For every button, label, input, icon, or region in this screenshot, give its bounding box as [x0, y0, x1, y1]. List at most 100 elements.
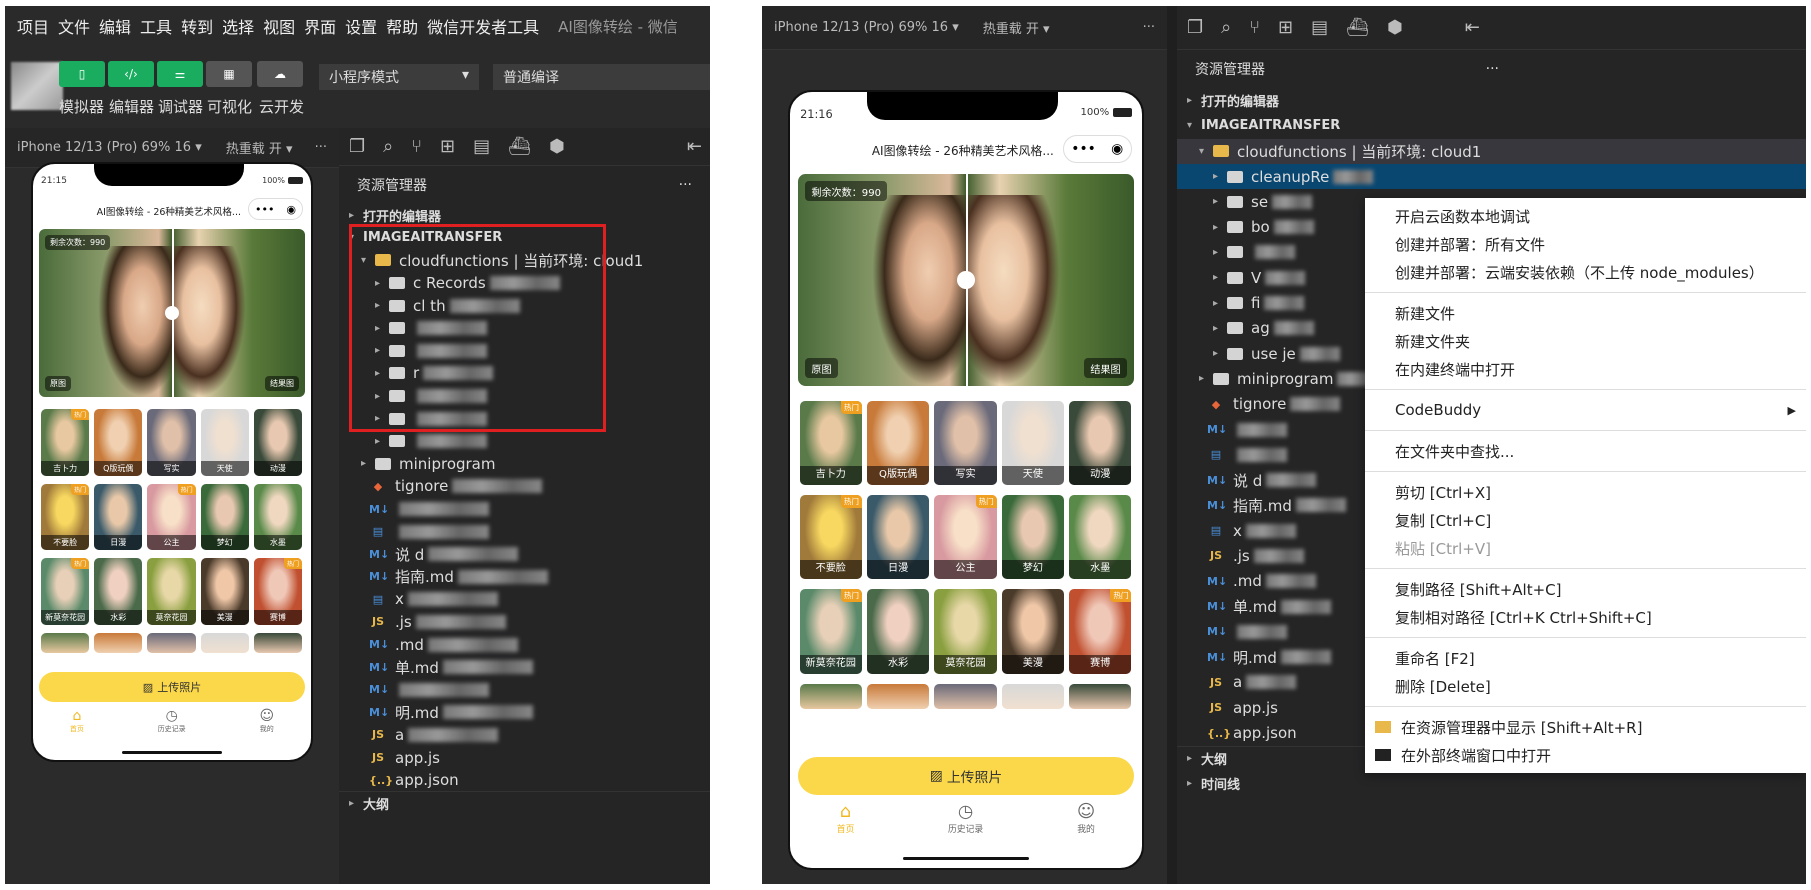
project-file[interactable]: M↓: [339, 498, 710, 521]
style-card-partial[interactable]: [799, 683, 862, 709]
style-card[interactable]: 赛博 热门: [253, 558, 302, 625]
editor-button[interactable]: ‹/›: [108, 61, 154, 87]
context-menu-item[interactable]: 新建文件夹: [1365, 327, 1806, 355]
comparison-image[interactable]: 剩余次数：990 原图 结果图: [39, 229, 305, 397]
style-card[interactable]: 美漫: [200, 558, 249, 625]
style-card[interactable]: 不要脸 热门: [41, 483, 90, 550]
device-select-right[interactable]: iPhone 12/13 (Pro) 69% 16 ▾: [774, 20, 959, 35]
comparison-image[interactable]: 剩余次数：990 原图 结果图: [797, 173, 1135, 386]
tab-history[interactable]: ◷ 历史记录: [158, 708, 186, 734]
style-card[interactable]: 莫奈花园: [934, 589, 997, 674]
compile-select[interactable]: 普通编译: [493, 64, 710, 90]
style-card[interactable]: 公主 热门: [934, 495, 997, 580]
docker-icon[interactable]: ⛴: [1346, 17, 1369, 38]
files-icon[interactable]: ❐: [349, 136, 365, 157]
context-menu-item[interactable]: 粘贴 [Ctrl+V]: [1365, 534, 1806, 562]
project-file[interactable]: ◆ tignore: [339, 475, 710, 498]
collapse-panel-icon[interactable]: ⇤: [1465, 17, 1480, 38]
phone-simulator[interactable]: 21:15 100% AI图像转绘 - 26种精美艺术风格... ••• ◉ 剩余次数：9…: [31, 162, 313, 762]
project-file[interactable]: M↓: [339, 678, 710, 701]
context-menu-item[interactable]: 重命名 [F2]: [1365, 644, 1806, 672]
menu-item[interactable]: 转到: [181, 14, 213, 38]
style-card[interactable]: 新莫奈花园 热门: [41, 558, 90, 625]
simulator-button[interactable]: ▯: [59, 61, 105, 87]
hot-reload-toggle[interactable]: 热重载 开 ▾: [226, 138, 293, 157]
app-js-file[interactable]: JS app.js: [339, 746, 710, 769]
timeline-section[interactable]: ▸ 时间线: [1177, 771, 1806, 796]
style-card-partial[interactable]: [253, 632, 302, 653]
mode-select[interactable]: 小程序模式 ▾: [319, 64, 479, 90]
app-json-file[interactable]: {..} app.json: [339, 769, 710, 792]
context-menu-item[interactable]: 复制路径 [Shift+Alt+C]: [1365, 575, 1806, 603]
tab-profile[interactable]: ☺ 我的: [1077, 802, 1095, 835]
context-menu-item[interactable]: 删除 [Delete]: [1365, 672, 1806, 700]
source-control-icon[interactable]: ⑂: [411, 136, 422, 157]
style-card[interactable]: 水墨: [253, 483, 302, 550]
style-card[interactable]: 新莫奈花园 热门: [799, 589, 862, 674]
style-card[interactable]: 公主 热门: [147, 483, 196, 550]
style-card[interactable]: Q版玩偶: [94, 409, 143, 476]
upload-photo-button[interactable]: ▨ 上传照片: [797, 757, 1135, 795]
drag-handle[interactable]: [957, 270, 975, 289]
menu-dots-icon[interactable]: •••: [255, 203, 274, 216]
project-file[interactable]: JS .js: [339, 611, 710, 634]
project-file[interactable]: M↓ 明.md: [339, 701, 710, 724]
more-button[interactable]: ···: [315, 140, 327, 155]
style-card[interactable]: 动漫: [1069, 400, 1132, 485]
style-card[interactable]: 水墨: [1069, 495, 1132, 580]
context-menu-item[interactable]: 新建文件: [1365, 299, 1806, 327]
project-file[interactable]: M↓ 说 d: [339, 543, 710, 566]
close-circle-icon[interactable]: ◉: [1111, 141, 1123, 157]
source-control-icon[interactable]: ⑂: [1249, 17, 1260, 38]
explorer-more-button[interactable]: ···: [679, 177, 692, 193]
tab-home[interactable]: ⌂ 首页: [837, 802, 855, 835]
docker-icon[interactable]: ⛴: [508, 136, 531, 157]
context-menu-item[interactable]: 复制 [Ctrl+C]: [1365, 506, 1806, 534]
project-file[interactable]: ▤: [339, 520, 710, 543]
context-menu-item[interactable]: 剪切 [Ctrl+X]: [1365, 478, 1806, 506]
capsule-button[interactable]: ••• ◉: [248, 198, 303, 220]
menu-item[interactable]: 视图: [263, 14, 295, 38]
cloudfunction-subfolder[interactable]: ▸ cleanupRe: [1177, 163, 1806, 190]
style-card[interactable]: 水彩: [866, 589, 930, 674]
capsule-button[interactable]: ••• ◉: [1062, 134, 1132, 163]
tab-profile[interactable]: ☺ 我的: [259, 708, 274, 734]
style-card[interactable]: 写实: [147, 409, 196, 476]
style-card-partial[interactable]: [866, 683, 930, 709]
context-menu-item[interactable]: CodeBuddy ▶: [1365, 396, 1806, 424]
project-file[interactable]: ▤ x: [339, 588, 710, 611]
style-card[interactable]: 不要脸 热门: [799, 495, 862, 580]
close-circle-icon[interactable]: ◉: [286, 203, 296, 216]
style-card[interactable]: 水彩: [94, 558, 143, 625]
style-card[interactable]: 日漫: [94, 483, 143, 550]
debugger-button[interactable]: ⚌: [157, 61, 203, 87]
cloudfunction-subfolder[interactable]: ▸: [339, 430, 710, 453]
style-card[interactable]: 天使: [200, 409, 249, 476]
context-menu-item[interactable]: 在文件夹中查找...: [1365, 437, 1806, 465]
files-icon[interactable]: ❐: [1187, 17, 1203, 38]
style-card[interactable]: 动漫: [253, 409, 302, 476]
more-button-right[interactable]: ···: [1143, 20, 1155, 35]
style-card-partial[interactable]: [41, 632, 90, 653]
device-select[interactable]: iPhone 12/13 (Pro) 69% 16 ▾: [17, 140, 202, 155]
style-card[interactable]: 莫奈花园: [147, 558, 196, 625]
style-card[interactable]: Q版玩偶: [866, 400, 930, 485]
style-card-partial[interactable]: [1069, 683, 1132, 709]
project-section[interactable]: ▾ IMAGEAITRANSFER: [1177, 113, 1806, 138]
style-card-partial[interactable]: [200, 632, 249, 653]
visual-button[interactable]: ▦: [206, 61, 252, 87]
context-menu-item[interactable]: 复制相对路径 [Ctrl+K Ctrl+Shift+C]: [1365, 603, 1806, 631]
style-card-partial[interactable]: [147, 632, 196, 653]
hot-reload-toggle-right[interactable]: 热重载 开 ▾: [983, 18, 1050, 37]
style-card[interactable]: 吉卜力 热门: [799, 400, 862, 485]
menu-item[interactable]: 界面: [304, 14, 336, 38]
outline-section[interactable]: ▸ 大纲: [339, 791, 710, 814]
miniprogram-folder[interactable]: ▸ miniprogram: [339, 453, 710, 476]
context-menu-item[interactable]: 在外部终端窗口中打开: [1365, 741, 1806, 769]
menu-item[interactable]: 编辑: [99, 14, 131, 38]
cloudfunctions-folder[interactable]: ▾ cloudfunctions | 当前环境: cloud1: [1177, 138, 1806, 164]
menu-dots-icon[interactable]: •••: [1071, 141, 1096, 157]
menu-item[interactable]: 选择: [222, 14, 254, 38]
style-card[interactable]: 梦幻: [200, 483, 249, 550]
context-menu-item[interactable]: 创建并部署：所有文件: [1365, 230, 1806, 258]
